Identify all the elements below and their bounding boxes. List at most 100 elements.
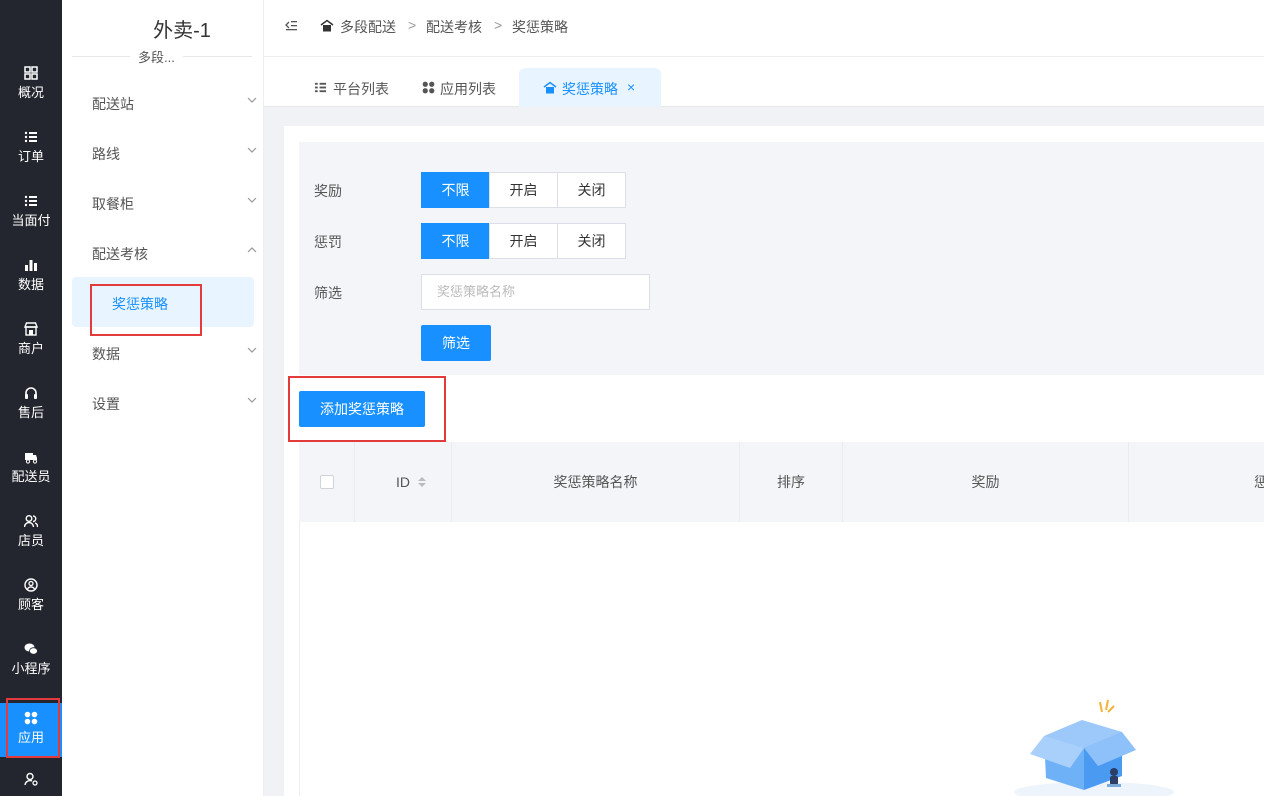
nav-label: 店员 xyxy=(17,533,44,548)
menu-item-settings[interactable]: 设置 xyxy=(92,394,257,414)
breadcrumb-item[interactable]: 多段配送 xyxy=(340,17,396,37)
grid-icon xyxy=(24,66,38,80)
filter-button[interactable]: 筛选 xyxy=(421,325,491,361)
penalty-option-any[interactable]: 不限 xyxy=(421,223,490,259)
tab-platform-list[interactable]: 平台列表 xyxy=(314,68,394,107)
select-all-checkbox[interactable] xyxy=(320,475,334,489)
menu-item-stations[interactable]: 配送站 xyxy=(92,94,257,114)
home-icon xyxy=(320,19,334,32)
chevron-down-icon xyxy=(247,347,257,353)
wechat-icon xyxy=(24,643,38,655)
nav-item-aftersale[interactable]: 售后 xyxy=(0,386,62,446)
store-icon xyxy=(24,322,38,336)
tab-label: 平台列表 xyxy=(333,81,389,97)
table-header: ID 奖惩策略名称 排序 奖励 惩 xyxy=(299,442,1264,522)
search-input[interactable]: 奖惩策略名称 xyxy=(421,274,650,310)
table-body-border xyxy=(299,522,300,796)
penalty-label: 惩罚 xyxy=(314,234,342,250)
delivery-truck-icon xyxy=(25,453,38,464)
chevron-up-icon xyxy=(247,247,257,253)
chevron-down-icon xyxy=(247,147,257,153)
reward-option-any[interactable]: 不限 xyxy=(421,172,490,208)
top-header: 多段配送 > 配送考核 > 奖惩策略 xyxy=(264,0,1264,57)
breadcrumb-separator: > xyxy=(494,17,503,33)
nav-label: 数据 xyxy=(17,277,44,292)
menu-label: 路线 xyxy=(92,146,120,162)
apps-icon xyxy=(422,81,435,94)
tab-reward-penalty[interactable]: 奖惩策略 × xyxy=(519,68,661,107)
divider xyxy=(1128,442,1129,522)
nav-item-apps[interactable]: 应用 xyxy=(0,703,62,757)
home-icon xyxy=(543,81,557,94)
add-strategy-button[interactable]: 添加奖惩策略 xyxy=(299,391,425,427)
penalty-option-on[interactable]: 开启 xyxy=(489,223,558,259)
column-name: 奖惩策略名称 xyxy=(553,474,638,490)
tab-label: 应用列表 xyxy=(440,81,496,97)
nav-label: 顾客 xyxy=(17,597,44,612)
menu-item-data[interactable]: 数据 xyxy=(92,344,257,364)
menu-label: 数据 xyxy=(92,346,120,362)
reward-filter: 不限 开启 关闭 xyxy=(421,172,626,208)
bar-chart-icon xyxy=(25,260,37,271)
reward-label: 奖励 xyxy=(314,183,342,199)
main-card: 奖励 不限 开启 关闭 惩罚 不限 开启 关闭 筛选 奖惩策略名称 筛选 添加奖… xyxy=(284,126,1264,796)
reward-option-off[interactable]: 关闭 xyxy=(557,172,626,208)
nav-label: 小程序 xyxy=(11,661,51,676)
user-settings-icon xyxy=(24,772,38,786)
nav-item-staff[interactable]: 店员 xyxy=(0,514,62,574)
filter-panel: 奖励 不限 开启 关闭 惩罚 不限 开启 关闭 筛选 奖惩策略名称 筛选 xyxy=(299,142,1264,375)
apps-icon xyxy=(24,711,38,725)
penalty-option-off[interactable]: 关闭 xyxy=(557,223,626,259)
sub-menu-panel: 外卖-1 多段... 配送站 路线 取餐柜 配送考核 奖惩策略 数据 设置 xyxy=(62,0,264,796)
column-penalty: 惩 xyxy=(1254,474,1264,490)
menu-label: 配送站 xyxy=(92,96,134,112)
close-icon[interactable]: × xyxy=(627,79,635,95)
nav-item-face-pay[interactable]: 当面付 xyxy=(0,194,62,254)
menu-label: 设置 xyxy=(92,396,120,412)
nav-item-customer[interactable]: 顾客 xyxy=(0,578,62,638)
nav-item-merchant[interactable]: 商户 xyxy=(0,322,62,382)
nav-label: 概况 xyxy=(17,85,44,100)
nav-item-miniprogram[interactable]: 小程序 xyxy=(0,642,62,702)
nav-label: 配送员 xyxy=(11,469,51,484)
main-nav: 概况 订单 当面付 数据 商户 售后 配送员 店员 顾客 小程序 应用 xyxy=(0,0,62,796)
column-reward: 奖励 xyxy=(971,474,1000,490)
nav-label: 售后 xyxy=(17,405,44,420)
nav-item-account[interactable] xyxy=(0,772,62,796)
tabs-bar: 平台列表 应用列表 奖惩策略 × xyxy=(264,57,1264,107)
tab-app-list[interactable]: 应用列表 xyxy=(422,68,502,107)
menu-label: 配送考核 xyxy=(92,246,148,262)
nav-label: 应用 xyxy=(17,730,44,745)
list-icon xyxy=(24,131,37,143)
menu-item-assessment[interactable]: 配送考核 xyxy=(92,244,257,264)
nav-label: 当面付 xyxy=(11,213,51,228)
reward-option-on[interactable]: 开启 xyxy=(489,172,558,208)
penalty-filter: 不限 开启 关闭 xyxy=(421,223,626,259)
menu-item-routes[interactable]: 路线 xyxy=(92,144,257,164)
nav-label: 商户 xyxy=(17,341,44,356)
headset-icon xyxy=(25,387,37,399)
nav-item-orders[interactable]: 订单 xyxy=(0,130,62,190)
menu-item-reward-penalty[interactable]: 奖惩策略 xyxy=(72,277,254,327)
menu-label: 取餐柜 xyxy=(92,196,134,212)
empty-box-illustration xyxy=(1014,699,1174,796)
column-id[interactable]: ID xyxy=(355,442,451,522)
column-header: ID xyxy=(396,474,410,490)
list-icon xyxy=(24,195,37,207)
user-circle-icon xyxy=(24,578,38,592)
menu-item-lockers[interactable]: 取餐柜 xyxy=(92,194,257,214)
chevron-down-icon xyxy=(247,197,257,203)
sort-icon[interactable] xyxy=(417,475,427,489)
breadcrumb-separator: > xyxy=(408,17,417,33)
nav-label: 订单 xyxy=(17,149,44,164)
filter-label: 筛选 xyxy=(314,285,342,301)
chevron-down-icon xyxy=(247,97,257,103)
breadcrumb-item[interactable]: 配送考核 xyxy=(426,17,482,37)
nav-item-data[interactable]: 数据 xyxy=(0,258,62,318)
nav-item-overview[interactable]: 概况 xyxy=(0,66,62,126)
nav-item-courier[interactable]: 配送员 xyxy=(0,450,62,510)
chevron-down-icon xyxy=(247,397,257,403)
collapse-menu-icon[interactable] xyxy=(284,19,298,33)
breadcrumb-item: 奖惩策略 xyxy=(512,19,568,35)
users-icon xyxy=(24,515,38,528)
